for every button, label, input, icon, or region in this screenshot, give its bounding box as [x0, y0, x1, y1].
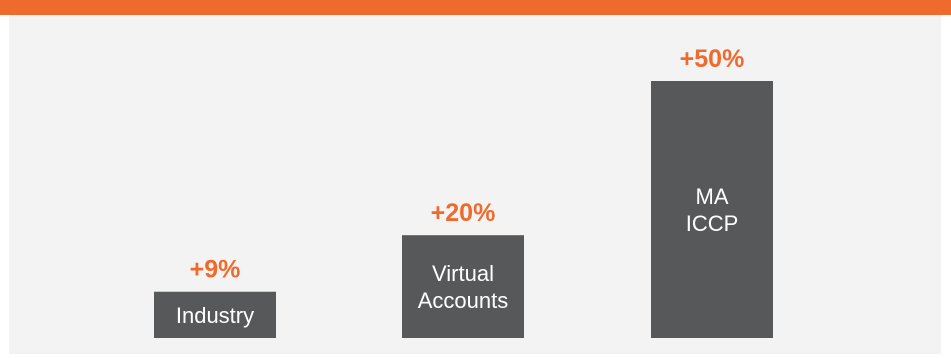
bar-chart: +9% Industry +20% Virtual Accounts +50% MA ICCP — [154, 45, 773, 338]
data-label-0: +9% — [190, 256, 241, 284]
bar-2 — [651, 81, 773, 338]
bar-1 — [402, 235, 524, 338]
category-label-line: Industry — [176, 303, 254, 328]
category-label-0: Industry — [176, 303, 254, 328]
data-label-2: +50% — [680, 45, 745, 73]
data-label-1: +20% — [431, 199, 496, 227]
category-label-line: ICCP — [686, 211, 739, 236]
category-label-line: Accounts — [418, 288, 509, 313]
category-label-line: Virtual — [432, 261, 494, 286]
category-label-line: MA — [696, 184, 729, 209]
chart-frame: +9% Industry +20% Virtual Accounts +50% MA ICCP — [0, 0, 951, 358]
